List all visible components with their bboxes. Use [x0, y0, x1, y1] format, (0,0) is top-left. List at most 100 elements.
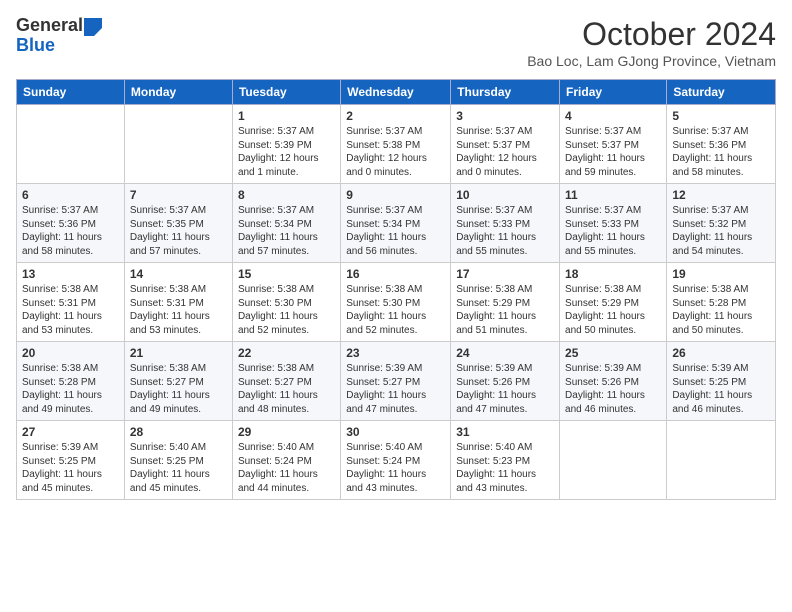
calendar-cell: 16 Sunrise: 5:38 AMSunset: 5:30 PMDayligh…	[341, 263, 451, 342]
day-info: Sunrise: 5:39 AMSunset: 5:25 PMDaylight:…	[672, 362, 770, 416]
calendar-cell: 11Sunrise: 5:37 AMSunset: 5:33 PMDayligh…	[560, 184, 667, 263]
calendar-cell: 27 Sunrise: 5:39 AMSunset: 5:25 PMDayligh…	[17, 421, 125, 500]
calendar-cell: 15Sunrise: 5:38 AMSunset: 5:30 PMDayligh…	[232, 263, 340, 342]
day-info: Sunrise: 5:38 AMSunset: 5:30 PMDaylight:…	[346, 283, 445, 337]
calendar-week-row: 6Sunrise: 5:37 AMSunset: 5:36 PMDaylight…	[17, 184, 776, 263]
day-number: 1	[238, 109, 335, 123]
day-number: 10	[456, 188, 554, 202]
day-info: Sunrise: 5:37 AMSunset: 5:34 PMDaylight:…	[346, 204, 445, 258]
calendar-cell: 6Sunrise: 5:37 AMSunset: 5:36 PMDaylight…	[17, 184, 125, 263]
calendar-cell: 23 Sunrise: 5:39 AMSunset: 5:27 PMDayligh…	[341, 342, 451, 421]
day-info: Sunrise: 5:37 AMSunset: 5:32 PMDaylight:…	[672, 204, 770, 258]
logo: General Blue	[16, 16, 102, 56]
day-info: Sunrise: 5:38 AMSunset: 5:31 PMDaylight:…	[130, 283, 227, 337]
calendar-cell: 8 Sunrise: 5:37 AMSunset: 5:34 PMDaylight…	[232, 184, 340, 263]
calendar-cell: 22 Sunrise: 5:38 AMSunset: 5:27 PMDayligh…	[232, 342, 340, 421]
day-number: 9	[346, 188, 445, 202]
day-number: 4	[565, 109, 661, 123]
day-number: 13	[22, 267, 119, 281]
day-header-wednesday: Wednesday	[341, 80, 451, 105]
day-info: Sunrise: 5:37 AMSunset: 5:37 PMDaylight:…	[456, 125, 554, 179]
calendar-cell: 2 Sunrise: 5:37 AMSunset: 5:38 PMDaylight…	[341, 105, 451, 184]
day-info: Sunrise: 5:37 AMSunset: 5:38 PMDaylight:…	[346, 125, 445, 179]
day-info: Sunrise: 5:40 AMSunset: 5:24 PMDaylight:…	[346, 441, 445, 495]
day-info: Sunrise: 5:39 AMSunset: 5:26 PMDaylight:…	[565, 362, 661, 416]
month-title: October 2024	[527, 16, 776, 53]
calendar-week-row: 27 Sunrise: 5:39 AMSunset: 5:25 PMDayligh…	[17, 421, 776, 500]
calendar-cell: 7 Sunrise: 5:37 AMSunset: 5:35 PMDaylight…	[124, 184, 232, 263]
day-number: 16	[346, 267, 445, 281]
day-number: 8	[238, 188, 335, 202]
calendar-cell: 25 Sunrise: 5:39 AMSunset: 5:26 PMDayligh…	[560, 342, 667, 421]
day-info: Sunrise: 5:37 AMSunset: 5:36 PMDaylight:…	[22, 204, 119, 258]
day-number: 7	[130, 188, 227, 202]
calendar-week-row: 1 Sunrise: 5:37 AMSunset: 5:39 PMDaylight…	[17, 105, 776, 184]
calendar-cell: 18Sunrise: 5:38 AMSunset: 5:29 PMDayligh…	[560, 263, 667, 342]
day-info: Sunrise: 5:39 AMSunset: 5:26 PMDaylight:…	[456, 362, 554, 416]
day-number: 3	[456, 109, 554, 123]
day-info: Sunrise: 5:38 AMSunset: 5:28 PMDaylight:…	[672, 283, 770, 337]
day-number: 26	[672, 346, 770, 360]
calendar-cell: 14 Sunrise: 5:38 AMSunset: 5:31 PMDayligh…	[124, 263, 232, 342]
day-info: Sunrise: 5:37 AMSunset: 5:39 PMDaylight:…	[238, 125, 335, 179]
day-number: 2	[346, 109, 445, 123]
day-info: Sunrise: 5:40 AMSunset: 5:23 PMDaylight:…	[456, 441, 554, 495]
day-number: 23	[346, 346, 445, 360]
location: Bao Loc, Lam GJong Province, Vietnam	[527, 53, 776, 69]
day-info: Sunrise: 5:39 AMSunset: 5:25 PMDaylight:…	[22, 441, 119, 495]
day-info: Sunrise: 5:37 AMSunset: 5:34 PMDaylight:…	[238, 204, 335, 258]
calendar-cell: 17Sunrise: 5:38 AMSunset: 5:29 PMDayligh…	[451, 263, 560, 342]
calendar-cell	[560, 421, 667, 500]
day-info: Sunrise: 5:37 AMSunset: 5:33 PMDaylight:…	[565, 204, 661, 258]
logo-text: General Blue	[16, 16, 83, 56]
calendar-cell: 28 Sunrise: 5:40 AMSunset: 5:25 PMDayligh…	[124, 421, 232, 500]
day-number: 19	[672, 267, 770, 281]
logo-icon	[84, 18, 102, 36]
day-number: 28	[130, 425, 227, 439]
calendar-cell: 9 Sunrise: 5:37 AMSunset: 5:34 PMDaylight…	[341, 184, 451, 263]
day-header-saturday: Saturday	[667, 80, 776, 105]
day-info: Sunrise: 5:40 AMSunset: 5:24 PMDaylight:…	[238, 441, 335, 495]
day-info: Sunrise: 5:37 AMSunset: 5:33 PMDaylight:…	[456, 204, 554, 258]
day-info: Sunrise: 5:37 AMSunset: 5:35 PMDaylight:…	[130, 204, 227, 258]
calendar-cell: 20Sunrise: 5:38 AMSunset: 5:28 PMDayligh…	[17, 342, 125, 421]
day-header-tuesday: Tuesday	[232, 80, 340, 105]
day-number: 18	[565, 267, 661, 281]
day-header-friday: Friday	[560, 80, 667, 105]
calendar-cell: 31Sunrise: 5:40 AMSunset: 5:23 PMDayligh…	[451, 421, 560, 500]
day-info: Sunrise: 5:40 AMSunset: 5:25 PMDaylight:…	[130, 441, 227, 495]
day-header-thursday: Thursday	[451, 80, 560, 105]
day-info: Sunrise: 5:39 AMSunset: 5:27 PMDaylight:…	[346, 362, 445, 416]
calendar-cell: 5Sunrise: 5:37 AMSunset: 5:36 PMDaylight…	[667, 105, 776, 184]
day-info: Sunrise: 5:38 AMSunset: 5:29 PMDaylight:…	[456, 283, 554, 337]
day-header-monday: Monday	[124, 80, 232, 105]
day-info: Sunrise: 5:37 AMSunset: 5:37 PMDaylight:…	[565, 125, 661, 179]
calendar-cell: 1 Sunrise: 5:37 AMSunset: 5:39 PMDaylight…	[232, 105, 340, 184]
calendar-cell: 13Sunrise: 5:38 AMSunset: 5:31 PMDayligh…	[17, 263, 125, 342]
calendar-cell: 10 Sunrise: 5:37 AMSunset: 5:33 PMDayligh…	[451, 184, 560, 263]
calendar-cell	[667, 421, 776, 500]
day-info: Sunrise: 5:38 AMSunset: 5:28 PMDaylight:…	[22, 362, 119, 416]
calendar-cell: 24 Sunrise: 5:39 AMSunset: 5:26 PMDayligh…	[451, 342, 560, 421]
day-number: 12	[672, 188, 770, 202]
calendar-cell: 26 Sunrise: 5:39 AMSunset: 5:25 PMDayligh…	[667, 342, 776, 421]
day-info: Sunrise: 5:37 AMSunset: 5:36 PMDaylight:…	[672, 125, 770, 179]
day-header-sunday: Sunday	[17, 80, 125, 105]
day-number: 30	[346, 425, 445, 439]
calendar-cell: 29 Sunrise: 5:40 AMSunset: 5:24 PMDayligh…	[232, 421, 340, 500]
day-number: 15	[238, 267, 335, 281]
calendar-week-row: 20Sunrise: 5:38 AMSunset: 5:28 PMDayligh…	[17, 342, 776, 421]
day-info: Sunrise: 5:38 AMSunset: 5:27 PMDaylight:…	[238, 362, 335, 416]
day-number: 21	[130, 346, 227, 360]
day-number: 24	[456, 346, 554, 360]
logo-blue: Blue	[16, 36, 83, 56]
day-number: 27	[22, 425, 119, 439]
day-number: 29	[238, 425, 335, 439]
day-number: 22	[238, 346, 335, 360]
calendar-cell	[17, 105, 125, 184]
calendar-cell: 19 Sunrise: 5:38 AMSunset: 5:28 PMDayligh…	[667, 263, 776, 342]
calendar-cell	[124, 105, 232, 184]
calendar-cell: 3 Sunrise: 5:37 AMSunset: 5:37 PMDaylight…	[451, 105, 560, 184]
day-number: 25	[565, 346, 661, 360]
day-number: 14	[130, 267, 227, 281]
